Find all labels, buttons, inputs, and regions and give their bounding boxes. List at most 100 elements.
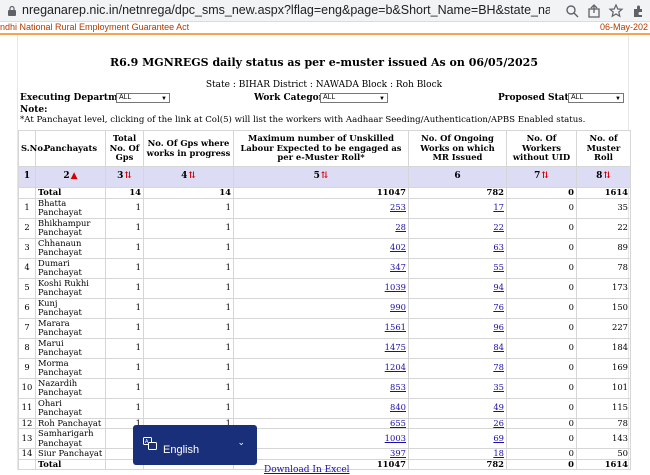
table-row: 10 Nazardih Panchayat 1 1 853 35 0 101 xyxy=(18,377,631,399)
row-ongoing-works-link[interactable]: 84 xyxy=(493,342,504,353)
row-workers-without-uid-cell: 0 xyxy=(506,257,577,279)
sort-toggle-icon[interactable]: ⇅ xyxy=(124,171,132,182)
zoom-icon[interactable] xyxy=(564,3,580,19)
row-labour-link[interactable]: 253 xyxy=(390,202,406,213)
row-labour-link[interactable]: 655 xyxy=(390,418,406,428)
row-ongoing-works-link[interactable]: 63 xyxy=(493,242,504,253)
row-labour-link-cell: 253 xyxy=(233,197,409,219)
browser-address-bar: nreganarep.nic.in/netnrega/dpc_sms_new.a… xyxy=(0,0,650,22)
executing-department-select[interactable]: ALL ▼ xyxy=(116,93,170,103)
total-label: Total xyxy=(35,458,106,470)
row-labour-link[interactable]: 1475 xyxy=(385,342,406,353)
proposed-status-value: ALL xyxy=(571,94,584,101)
row-sno: 12 xyxy=(21,417,33,428)
row-ongoing-works-link[interactable]: 18 xyxy=(493,448,504,458)
sort-toggle-icon[interactable]: ⇅ xyxy=(541,171,549,182)
row-gps-in-progress: 1 xyxy=(225,282,231,293)
row-labour-link[interactable]: 397 xyxy=(390,448,406,458)
row-labour-link-cell: 1003 xyxy=(233,428,409,449)
total-muster-rolls: 1614 xyxy=(576,458,631,470)
sort-toggle-icon[interactable]: ⇅ xyxy=(321,171,329,182)
row-ongoing-works-link[interactable]: 35 xyxy=(493,382,504,393)
bookmark-star-icon[interactable] xyxy=(608,3,624,19)
row-ongoing-works-link[interactable]: 96 xyxy=(493,322,504,333)
row-labour-link[interactable]: 840 xyxy=(390,402,406,413)
row-ongoing-works-link[interactable]: 94 xyxy=(493,282,504,293)
sort-ascending-icon[interactable]: ▲ xyxy=(71,171,78,182)
row-sno: 2 xyxy=(24,222,30,233)
row-panchayat-name: Roh Panchayat xyxy=(38,417,102,428)
dropdown-caret-icon: ▼ xyxy=(379,96,385,102)
row-panchayat-name-cell: Morma Panchayat xyxy=(35,357,106,379)
row-gps-in-progress: 1 xyxy=(225,302,231,313)
row-sno: 5 xyxy=(24,282,30,293)
row-ongoing-works-link[interactable]: 22 xyxy=(493,222,504,233)
sort-toggle-icon[interactable]: ⇅ xyxy=(188,171,196,182)
row-ongoing-works-link[interactable]: 76 xyxy=(493,302,504,313)
extensions-icon[interactable] xyxy=(630,3,646,19)
index-cell: 1 xyxy=(18,166,36,188)
row-labour-link[interactable]: 990 xyxy=(390,302,406,313)
row-labour-link[interactable]: 1204 xyxy=(385,362,406,373)
row-muster-rolls: 35 xyxy=(617,202,628,213)
row-labour-link[interactable]: 347 xyxy=(390,262,406,273)
row-sno: 3 xyxy=(24,242,30,253)
row-sno-cell: 13 xyxy=(18,428,36,449)
table-row: 8 Marui Panchayat 1 1 1475 84 0 184 xyxy=(18,337,631,359)
row-ongoing-works-link[interactable]: 17 xyxy=(493,202,504,213)
table-row: 9 Morma Panchayat 1 1 1204 78 0 169 xyxy=(18,357,631,379)
total-sno-cell xyxy=(18,187,36,199)
index-number: 8 xyxy=(596,171,603,182)
row-labour-link[interactable]: 1003 xyxy=(385,433,406,443)
row-ongoing-works-link[interactable]: 26 xyxy=(493,418,504,428)
banner-date: 06-May-202 xyxy=(599,22,648,32)
language-selector[interactable]: A English ⌄ xyxy=(133,425,257,465)
lock-icon[interactable] xyxy=(6,5,18,17)
row-gps-cell: 1 xyxy=(105,197,144,219)
row-gps-in-progress-cell: 1 xyxy=(143,397,234,419)
row-muster-rolls: 78 xyxy=(617,262,628,273)
sort-toggle-icon[interactable]: ⇅ xyxy=(603,171,611,182)
row-labour-link-cell: 655 xyxy=(233,417,409,429)
row-workers-without-uid-cell: 0 xyxy=(506,197,577,219)
row-gps: 1 xyxy=(135,262,141,273)
row-workers-without-uid-cell: 0 xyxy=(506,357,577,379)
total-workers-without-uid: 0 xyxy=(506,187,577,199)
table-row: 7 Marara Panchayat 1 1 1561 96 0 227 xyxy=(18,317,631,339)
row-ongoing-works-link[interactable]: 49 xyxy=(493,402,504,413)
row-gps-in-progress: 1 xyxy=(225,382,231,393)
row-ongoing-works-link[interactable]: 55 xyxy=(493,262,504,273)
col-header-unskilled-labour: Maximum number of Unskilled Labour Expec… xyxy=(233,130,409,167)
row-gps-cell: 1 xyxy=(105,277,144,299)
row-muster-rolls: 89 xyxy=(617,242,628,253)
row-ongoing-works-link-cell: 26 xyxy=(408,417,507,429)
proposed-status-select[interactable]: ALL ▼ xyxy=(568,93,624,103)
row-muster-rolls: 78 xyxy=(617,417,628,428)
row-gps-cell: 1 xyxy=(105,397,144,419)
row-labour-link[interactable]: 1561 xyxy=(385,322,406,333)
row-ongoing-works-link-cell: 35 xyxy=(408,377,507,399)
filter-bar: Executing Department: ALL ▼ Work Categor… xyxy=(20,93,630,105)
row-panchayat-name-cell: Chhanaun Panchayat xyxy=(35,237,106,259)
row-ongoing-works-link[interactable]: 78 xyxy=(493,362,504,373)
row-muster-rolls-cell: 78 xyxy=(576,257,631,279)
row-labour-link[interactable]: 1039 xyxy=(385,282,406,293)
row-ongoing-works-link-cell: 94 xyxy=(408,277,507,299)
url-text[interactable]: nreganarep.nic.in/netnrega/dpc_sms_new.a… xyxy=(22,3,550,17)
row-labour-link[interactable]: 402 xyxy=(390,242,406,253)
row-muster-rolls-cell: 150 xyxy=(576,297,631,319)
share-icon[interactable] xyxy=(586,3,602,19)
row-labour-link[interactable]: 853 xyxy=(390,382,406,393)
table-row: 3 Chhanaun Panchayat 1 1 402 63 0 89 xyxy=(18,237,631,259)
row-labour-link[interactable]: 28 xyxy=(395,222,406,233)
header-row: S.No. Panchayats Total No. Of Gps No. Of… xyxy=(18,130,631,167)
row-labour-link-cell: 28 xyxy=(233,217,409,239)
row-sno-cell: 5 xyxy=(18,277,36,299)
download-excel-link[interactable]: Download In Excel xyxy=(264,465,350,475)
work-category-select[interactable]: ALL ▼ xyxy=(320,93,388,103)
row-muster-rolls-cell: 78 xyxy=(576,417,631,429)
row-panchayat-name: Koshi Rukhi Panchayat xyxy=(38,277,89,297)
table-row: 1 Bhatta Panchayat 1 1 253 17 0 35 xyxy=(18,197,631,219)
table-row: 2 Bhikhampur Panchayat 1 1 28 22 0 22 xyxy=(18,217,631,239)
row-ongoing-works-link[interactable]: 69 xyxy=(493,433,504,443)
